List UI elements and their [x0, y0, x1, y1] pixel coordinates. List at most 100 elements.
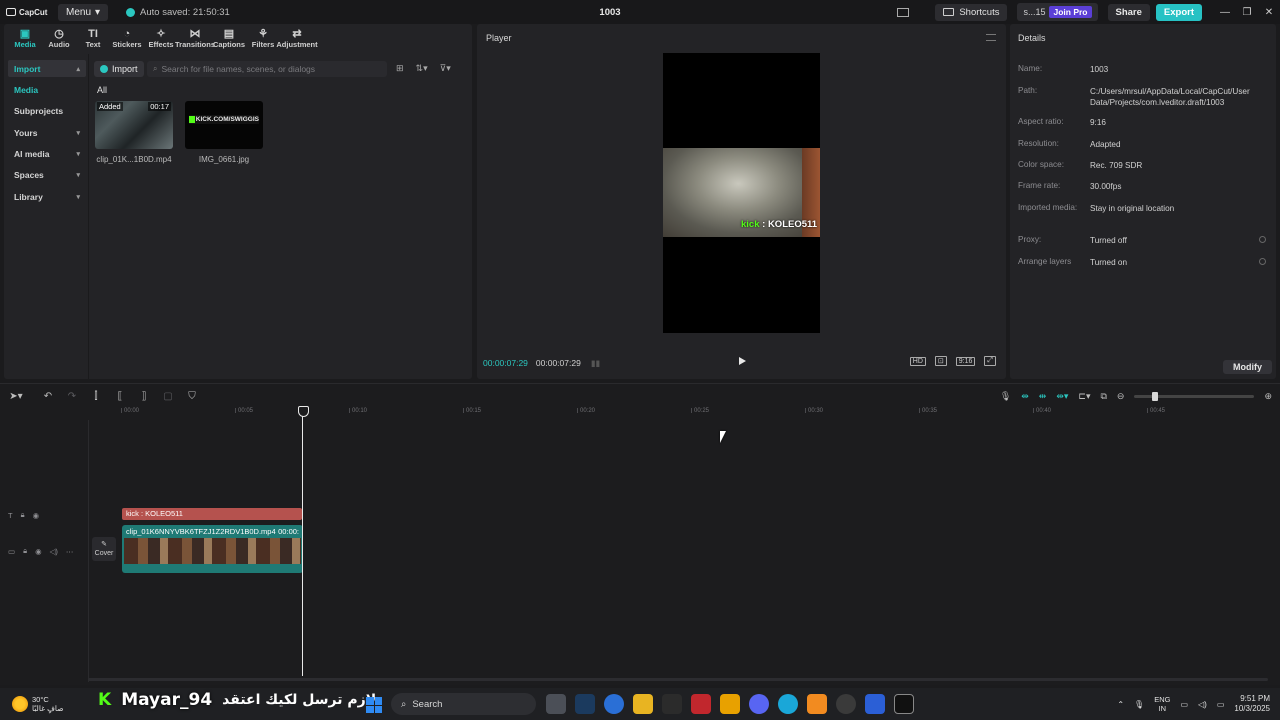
- info-icon[interactable]: [1259, 236, 1266, 243]
- more-icon[interactable]: ⋯: [66, 547, 74, 556]
- sidebar-item-spaces[interactable]: Spaces ▾: [8, 167, 86, 184]
- sidebar-item-library[interactable]: Library ▾: [8, 188, 86, 205]
- undo-icon[interactable]: ↶: [36, 391, 60, 402]
- timeline-scrollbar[interactable]: [88, 678, 1268, 681]
- preview-axis-icon[interactable]: ⊏▾: [1078, 391, 1090, 402]
- taskbar-search[interactable]: ⌕ Search: [391, 693, 536, 715]
- sidebar-item-yours[interactable]: Yours ▾: [8, 124, 86, 141]
- share-button[interactable]: Share: [1107, 3, 1150, 21]
- tab-captions[interactable]: ▤ Captions: [212, 26, 246, 50]
- zoom-slider[interactable]: [1134, 391, 1255, 401]
- microphone-icon[interactable]: 🎙: [1000, 391, 1011, 402]
- shield-icon[interactable]: ⛉: [180, 391, 204, 402]
- video-clip[interactable]: clip_01K6NNYVBK6TFZJ1Z2RDV1B0D.mp4 00:00…: [122, 525, 303, 573]
- tab-effects[interactable]: ✧ Effects: [144, 26, 178, 50]
- eye-icon[interactable]: ◉: [35, 547, 42, 556]
- eye-icon[interactable]: ◉: [33, 511, 40, 520]
- chrome-icon[interactable]: [836, 694, 856, 714]
- restore-icon[interactable]: ❐: [1236, 7, 1258, 18]
- media-search[interactable]: ⌕: [147, 61, 387, 77]
- folder-icon[interactable]: [633, 694, 653, 714]
- edge-icon[interactable]: [778, 694, 798, 714]
- media-item-image[interactable]: KICK.COM/SWIGGIS: [185, 101, 263, 149]
- info-icon[interactable]: [1259, 258, 1266, 265]
- speaker-icon[interactable]: ◁): [50, 547, 58, 556]
- time-ruler[interactable]: 00:00 00:05 00:10 00:15 00:20 00:25 00:3…: [120, 406, 1270, 416]
- chevron-up-icon[interactable]: ⌃: [1117, 700, 1124, 709]
- import-button[interactable]: Import: [94, 61, 144, 77]
- delete-icon[interactable]: ▢: [156, 391, 180, 402]
- sidebar-item-import[interactable]: Import ▴: [8, 60, 86, 77]
- fullscreen-icon[interactable]: ⤢: [984, 356, 996, 366]
- language-indicator[interactable]: ENG IN: [1154, 695, 1170, 713]
- menu-button[interactable]: Menu ▾: [58, 3, 109, 21]
- volume-icon[interactable]: ◁): [1198, 700, 1207, 709]
- join-pro-button[interactable]: Join Pro: [1049, 6, 1092, 18]
- app-icon[interactable]: [720, 694, 740, 714]
- capcut-icon[interactable]: [894, 694, 914, 714]
- weather-widget[interactable]: 30°C صافٍ غالبًا: [12, 695, 92, 713]
- modify-button[interactable]: Modify: [1223, 360, 1272, 374]
- waveform-icon[interactable]: ▮▮: [591, 358, 600, 369]
- menu-icon[interactable]: [986, 34, 996, 41]
- filter-icon[interactable]: ⊽▾: [440, 63, 451, 74]
- video-preview[interactable]: kick : KOLEO511: [663, 53, 820, 333]
- browser-icon[interactable]: [604, 694, 624, 714]
- aspect-ratio-button[interactable]: 9:16: [955, 356, 976, 366]
- lock-icon[interactable]: 🔒︎: [21, 510, 25, 520]
- sort-icon[interactable]: ⇅▾: [416, 63, 428, 74]
- play-icon[interactable]: [739, 357, 746, 365]
- redo-icon[interactable]: ↷: [60, 391, 84, 402]
- quality-icon[interactable]: HD: [909, 356, 926, 366]
- playhead[interactable]: [298, 406, 309, 676]
- layout-icon[interactable]: [897, 7, 910, 17]
- zoom-out-icon[interactable]: ⊖: [1117, 391, 1125, 402]
- split-right-icon[interactable]: ⟧: [132, 391, 156, 402]
- caption-icon[interactable]: ⧉: [1100, 391, 1106, 402]
- split-icon[interactable]: ⫿: [84, 391, 108, 402]
- sidebar-item-ai-media[interactable]: AI media ▾: [8, 146, 86, 163]
- zoom-fit-icon[interactable]: ⊡: [934, 356, 947, 366]
- sidebar-item-media[interactable]: Media: [8, 81, 86, 98]
- select-tool-icon[interactable]: ➤▾: [4, 391, 28, 402]
- app-icon[interactable]: [865, 694, 885, 714]
- zoom-slider-handle[interactable]: [1152, 391, 1159, 401]
- filter-all-label[interactable]: All: [97, 85, 107, 95]
- minimize-icon[interactable]: —: [1214, 7, 1236, 18]
- microphone-icon[interactable]: 🎙︎: [1134, 700, 1144, 709]
- user-account[interactable]: s...15 Join Pro: [1017, 3, 1098, 21]
- snap-icon[interactable]: ⇹▾: [1056, 391, 1068, 402]
- zoom-in-icon[interactable]: ⊕: [1264, 391, 1272, 402]
- epic-games-icon[interactable]: [662, 694, 682, 714]
- battery-icon[interactable]: ▭: [1217, 700, 1225, 709]
- media-item-clip[interactable]: Added 00:17: [95, 101, 173, 149]
- network-icon[interactable]: ▭: [1180, 700, 1188, 709]
- close-icon[interactable]: ✕: [1258, 7, 1280, 18]
- lock-icon[interactable]: 🔒︎: [23, 546, 27, 556]
- cover-button[interactable]: ✎ Cover: [92, 537, 116, 561]
- shortcuts-button[interactable]: Shortcuts: [935, 3, 1008, 21]
- export-button[interactable]: Export: [1155, 3, 1202, 21]
- task-view-icon[interactable]: [546, 694, 566, 714]
- tab-stickers[interactable]: ◔ Stickers: [110, 26, 144, 50]
- tab-transitions[interactable]: ⋈ Transitions: [175, 26, 215, 50]
- magnet-icon[interactable]: ⇹: [1039, 391, 1047, 402]
- discord-icon[interactable]: [749, 694, 769, 714]
- app-icon[interactable]: [807, 694, 827, 714]
- link-icon[interactable]: ⇹: [1021, 391, 1029, 402]
- tab-media[interactable]: ▣ Media: [8, 26, 42, 50]
- tab-adjustment[interactable]: ⇄ Adjustment: [276, 26, 317, 50]
- tab-filters[interactable]: ⚘ Filters: [246, 26, 280, 50]
- search-input[interactable]: [161, 64, 382, 74]
- sidebar-item-subprojects[interactable]: Subprojects: [8, 103, 86, 120]
- steam-icon[interactable]: [575, 694, 595, 714]
- windows-start-icon[interactable]: [366, 697, 382, 713]
- tab-audio[interactable]: ◷ Audio: [42, 26, 76, 50]
- grid-view-icon[interactable]: ⊞: [396, 63, 404, 74]
- app-icon[interactable]: [691, 694, 711, 714]
- clock[interactable]: 9:51 PM 10/3/2025: [1234, 694, 1270, 714]
- tab-text[interactable]: TI Text: [76, 26, 110, 50]
- split-left-icon[interactable]: ⟦: [108, 391, 132, 402]
- kick-logo-icon: K: [98, 690, 112, 710]
- text-clip[interactable]: kick : KOLEO511: [122, 508, 302, 520]
